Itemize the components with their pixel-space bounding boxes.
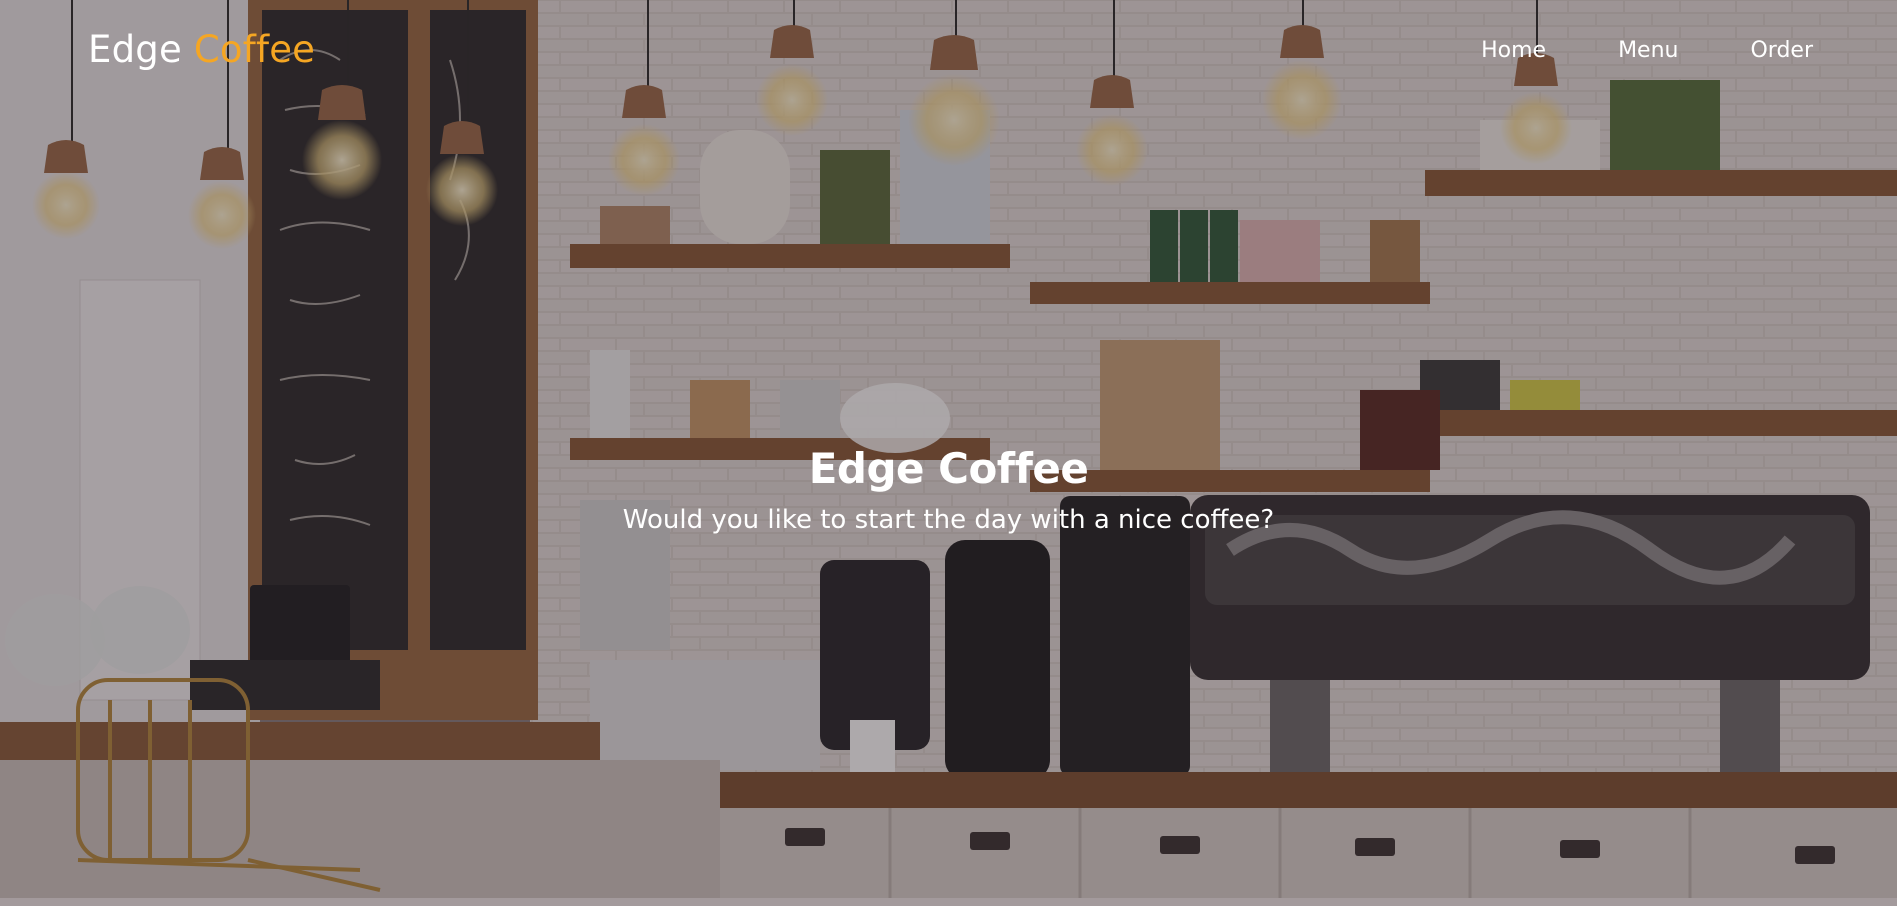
top-navbar: Edge Coffee Home Menu Order: [0, 0, 1897, 100]
nav-link-home[interactable]: Home: [1481, 38, 1546, 63]
nav-link-order[interactable]: Order: [1750, 38, 1813, 63]
hero-subtitle: Would you like to start the day with a n…: [622, 505, 1275, 535]
page-bottom-edge: [0, 898, 1897, 906]
brand-logo[interactable]: Edge Coffee: [88, 28, 315, 71]
hero-section: Edge Coffee Home Menu Order Edge Coffee …: [0, 0, 1897, 898]
brand-name-accent: Coffee: [193, 28, 316, 71]
hero-text-block: Edge Coffee Would you like to start the …: [0, 444, 1897, 535]
brand-name-primary: Edge: [88, 28, 182, 71]
nav-links: Home Menu Order: [1409, 38, 1813, 63]
nav-link-menu[interactable]: Menu: [1618, 38, 1678, 63]
hero-title: Edge Coffee: [808, 444, 1089, 493]
